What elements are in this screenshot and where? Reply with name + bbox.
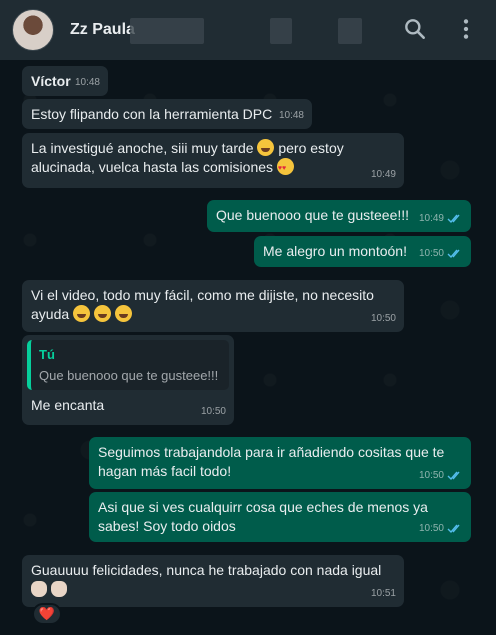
quoted-message[interactable]: Tú Que buenooo que te gusteee!!! <box>27 340 229 390</box>
read-receipt-icon <box>447 214 460 224</box>
clapping-hands-emoji-icon <box>31 581 47 597</box>
message-text: Asi que si ves cualquirr cosa que eches … <box>98 499 428 534</box>
message-text: Me alegro un montoón! <box>263 243 407 259</box>
message-text: Guauuuu felicidades, nunca he trabajado … <box>31 562 382 578</box>
message-time: 10:50 <box>370 313 396 324</box>
read-receipt-icon <box>447 524 460 534</box>
message-bubble[interactable]: Que buenooo que te gusteee!!! 10:49 <box>207 200 471 232</box>
heart-eyes-emoji-icon <box>276 158 294 178</box>
message-bubble[interactable]: Seguimos trabajandola para ir añadiendo … <box>89 437 471 489</box>
message-text: Seguimos trabajandola para ir añadiendo … <box>98 444 445 479</box>
message-time: 10:50 <box>200 406 226 417</box>
quote-author: Tú <box>39 347 55 362</box>
chat-header: Zz Paula <box>0 0 496 60</box>
heart-reaction-icon[interactable]: ❤️ <box>32 603 62 625</box>
read-receipt-icon <box>447 471 460 481</box>
redacted-block <box>338 18 362 44</box>
laughing-emoji-icon <box>73 305 91 322</box>
message-bubble[interactable]: Me alegro un montoón! 10:50 <box>254 236 471 267</box>
message-time: 10:51 <box>370 588 396 599</box>
message-text: La investigué anoche, siii muy tarde <box>31 140 254 156</box>
message-text: ayuda <box>31 306 70 322</box>
message-text: Que buenooo que te gusteee!!! <box>216 207 410 223</box>
contact-avatar[interactable] <box>12 9 54 51</box>
message-bubble[interactable]: Víctor 10:48 <box>22 66 108 96</box>
redacted-block <box>130 18 204 44</box>
sender-name: Víctor <box>31 73 71 89</box>
laughing-emoji-icon <box>114 305 132 322</box>
redacted-block <box>270 18 292 44</box>
quote-text: Que buenooo que te gusteee!!! <box>39 368 219 383</box>
message-list: Víctor 10:48 Estoy flipando con la herra… <box>0 60 496 635</box>
message-text: Estoy flipando con la herramienta DPC <box>31 106 273 122</box>
message-time: 10:49 <box>370 169 396 180</box>
message-time: 10:48 <box>74 77 100 88</box>
message-bubble[interactable]: Estoy flipando con la herramienta DPC 10… <box>22 99 312 129</box>
more-vertical-icon[interactable] <box>453 16 479 42</box>
clapping-hands-emoji-icon <box>50 581 67 597</box>
laughing-emoji-icon <box>257 139 275 156</box>
message-bubble[interactable]: Vi el video, todo muy fácil, como me dij… <box>22 280 404 332</box>
message-text: Vi el video, todo muy fácil, como me dij… <box>31 287 374 303</box>
message-bubble[interactable]: La investigué anoche, siii muy tarde per… <box>22 133 404 188</box>
message-bubble[interactable]: Guauuuu felicidades, nunca he trabajado … <box>22 555 404 607</box>
contact-name[interactable]: Zz Paula <box>70 21 135 39</box>
message-time: 10:50 <box>419 466 463 485</box>
message-bubble[interactable]: Tú Que buenooo que te gusteee!!! Me enca… <box>22 335 234 425</box>
message-time: 10:48 <box>278 110 304 121</box>
message-text: Me encanta <box>31 397 105 413</box>
read-receipt-icon <box>447 249 460 259</box>
laughing-emoji-icon <box>93 305 111 322</box>
search-icon[interactable] <box>402 16 428 42</box>
message-time: 10:50 <box>419 244 463 263</box>
message-time: 10:49 <box>419 209 463 228</box>
message-bubble[interactable]: Asi que si ves cualquirr cosa que eches … <box>89 492 471 542</box>
message-time: 10:50 <box>419 519 463 538</box>
